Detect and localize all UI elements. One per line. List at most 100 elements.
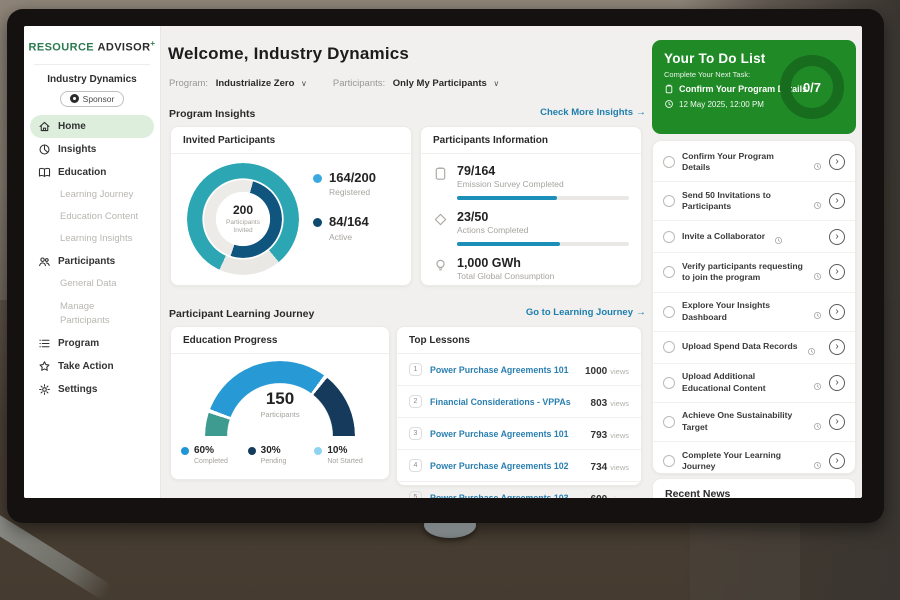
gauge-value-label: Participants	[205, 410, 355, 419]
survey-icon	[433, 166, 448, 181]
task-checkbox[interactable]	[663, 195, 675, 207]
sponsor-badge[interactable]: Sponsor	[60, 91, 124, 107]
invited-participants-donut-chart: 200 Participants Invited	[187, 163, 299, 275]
legend-dot-icon	[314, 447, 322, 455]
top-lessons-title: Top Lessons	[397, 327, 641, 354]
sidebar-item-take-action[interactable]: Take Action	[30, 355, 154, 378]
lesson-title-link[interactable]: Power Purchase Agreements 101	[430, 365, 577, 375]
clock-icon	[813, 197, 822, 206]
actions-icon	[433, 212, 448, 227]
clock-icon	[813, 457, 822, 466]
clock-icon	[813, 418, 822, 427]
gauge-legend-item-completed: 60% Completed	[181, 445, 248, 465]
lesson-title-link[interactable]: Financial Considerations - VPPAs	[430, 397, 583, 407]
task-checkbox[interactable]	[663, 156, 675, 168]
task-checkbox[interactable]	[663, 377, 675, 389]
sponsor-label: Sponsor	[83, 94, 115, 104]
donut-legend-item-active: 84/164 Active	[313, 215, 376, 241]
todo-task-row-confirm-your-program-details: Confirm Your Program Details ›	[653, 143, 855, 182]
clock-icon	[813, 158, 822, 167]
task-open-button[interactable]: ›	[829, 264, 845, 280]
task-open-button[interactable]: ›	[829, 154, 845, 170]
chevron-down-icon: ∨	[301, 79, 307, 88]
todo-progress-value: 0/7	[803, 80, 821, 95]
lesson-row: 2 Financial Considerations - VPPAs 803vi…	[397, 386, 641, 418]
metrics-list: 79/164 Emission Survey Completed 23/50 A…	[421, 154, 641, 281]
participants-filter[interactable]: Participants: Only My Participants ∨	[333, 78, 499, 89]
progress-bar	[457, 196, 629, 200]
gauge-legend-item-not-started: 10% Not Started	[314, 445, 381, 465]
lesson-row: 3 Power Purchase Agreements 101 793views	[397, 418, 641, 450]
go-to-learning-journey-link[interactable]: Go to Learning Journey→	[526, 307, 646, 318]
check-more-insights-link[interactable]: Check More Insights→	[540, 107, 646, 118]
lesson-row: 1 Power Purchase Agreements 101 1000view…	[397, 354, 641, 386]
filters-row: Program: Industrialize Zero ∨ Participan…	[169, 78, 499, 89]
sidebar-item-settings[interactable]: Settings	[30, 378, 154, 401]
task-checkbox[interactable]	[663, 455, 675, 467]
logo-plus: +	[150, 39, 155, 48]
sidebar-item-general-data[interactable]: General Data	[30, 273, 154, 295]
task-open-button[interactable]: ›	[829, 453, 845, 469]
lesson-rank: 4	[409, 459, 422, 472]
task-checkbox[interactable]	[663, 306, 675, 318]
sidebar-item-manage-participants[interactable]: Manage Participants	[30, 296, 154, 333]
sidebar-item-education-content[interactable]: Education Content	[30, 206, 154, 228]
todo-tasks-card: Confirm Your Program Details › Send 50 I…	[652, 140, 856, 474]
lesson-rank: 2	[409, 395, 422, 408]
arrow-right-icon: →	[636, 107, 646, 118]
legend-dot-icon	[313, 218, 322, 227]
participant-metric-total-global-consumption: 1,000 GWh Total Global Consumption	[421, 246, 641, 281]
education-progress-title: Education Progress	[171, 327, 389, 354]
sidebar-item-home[interactable]: Home	[30, 115, 154, 138]
sidebar-item-insights[interactable]: Insights	[30, 138, 154, 161]
sidebar-item-participants[interactable]: Participants	[30, 250, 154, 273]
program-icon	[38, 337, 51, 350]
invited-participants-card: Invited Participants 200 Participants In…	[170, 126, 412, 286]
participants-information-title: Participants Information	[421, 127, 641, 154]
invited-participants-title: Invited Participants	[171, 127, 411, 154]
sidebar-item-learning-journey[interactable]: Learning Journey	[30, 184, 154, 206]
task-open-button[interactable]: ›	[829, 304, 845, 320]
todo-task-row-verify-participants-requesting-to-join-t: Verify participants requesting to join t…	[653, 253, 855, 292]
lesson-title-link[interactable]: Power Purchase Agreements 103	[430, 493, 583, 499]
org-name: Industry Dynamics	[24, 74, 160, 85]
task-checkbox[interactable]	[663, 231, 675, 243]
app-logo: RESOURCE ADVISOR+	[24, 26, 160, 54]
recent-news-card: Recent News	[652, 478, 856, 498]
settings-icon	[38, 383, 51, 396]
task-open-button[interactable]: ›	[829, 193, 845, 209]
task-checkbox[interactable]	[663, 416, 675, 428]
sidebar: RESOURCE ADVISOR+ Industry Dynamics Spon…	[24, 26, 161, 498]
education-progress-card: Education Progress 150 Participants 60% …	[170, 326, 390, 480]
lesson-title-link[interactable]: Power Purchase Agreements 101	[430, 429, 583, 439]
sidebar-item-program[interactable]: Program	[30, 332, 154, 355]
donut-legend-item-registered: 164/200 Registered	[313, 171, 376, 197]
sidebar-item-learning-insights[interactable]: Learning Insights	[30, 228, 154, 250]
background-wall-panel	[690, 520, 800, 600]
arrow-right-icon: →	[636, 307, 646, 318]
participants-icon	[38, 255, 51, 268]
task-open-button[interactable]: ›	[829, 375, 845, 391]
todo-task-row-send-50-invitations-to-participants: Send 50 Invitations to Participants ›	[653, 182, 855, 221]
program-filter[interactable]: Program: Industrialize Zero ∨	[169, 78, 307, 89]
sponsor-icon	[70, 94, 79, 103]
clock-icon	[813, 268, 822, 277]
learning-journey-heading: Participant Learning Journey	[169, 308, 314, 320]
task-list: Confirm Your Program Details › Send 50 I…	[653, 143, 855, 480]
task-open-button[interactable]: ›	[829, 414, 845, 430]
participant-metric-emission-survey-completed: 79/164 Emission Survey Completed	[421, 154, 641, 200]
lesson-title-link[interactable]: Power Purchase Agreements 102	[430, 461, 583, 471]
top-lessons-card: Top Lessons 1 Power Purchase Agreements …	[396, 326, 642, 486]
home-icon	[38, 120, 51, 133]
task-checkbox[interactable]	[663, 266, 675, 278]
todo-task-row-upload-spend-data-records: Upload Spend Data Records ›	[653, 332, 855, 364]
sidebar-item-education[interactable]: Education	[30, 161, 154, 184]
participants-filter-label: Participants:	[333, 78, 385, 89]
task-open-button[interactable]: ›	[829, 339, 845, 355]
task-checkbox[interactable]	[663, 341, 675, 353]
clock-icon	[664, 99, 674, 109]
lesson-row: 5 Power Purchase Agreements 103 600views	[397, 482, 641, 498]
task-open-button[interactable]: ›	[829, 229, 845, 245]
program-insights-heading: Program Insights	[169, 108, 255, 120]
lesson-row: 4 Power Purchase Agreements 102 734views	[397, 450, 641, 482]
